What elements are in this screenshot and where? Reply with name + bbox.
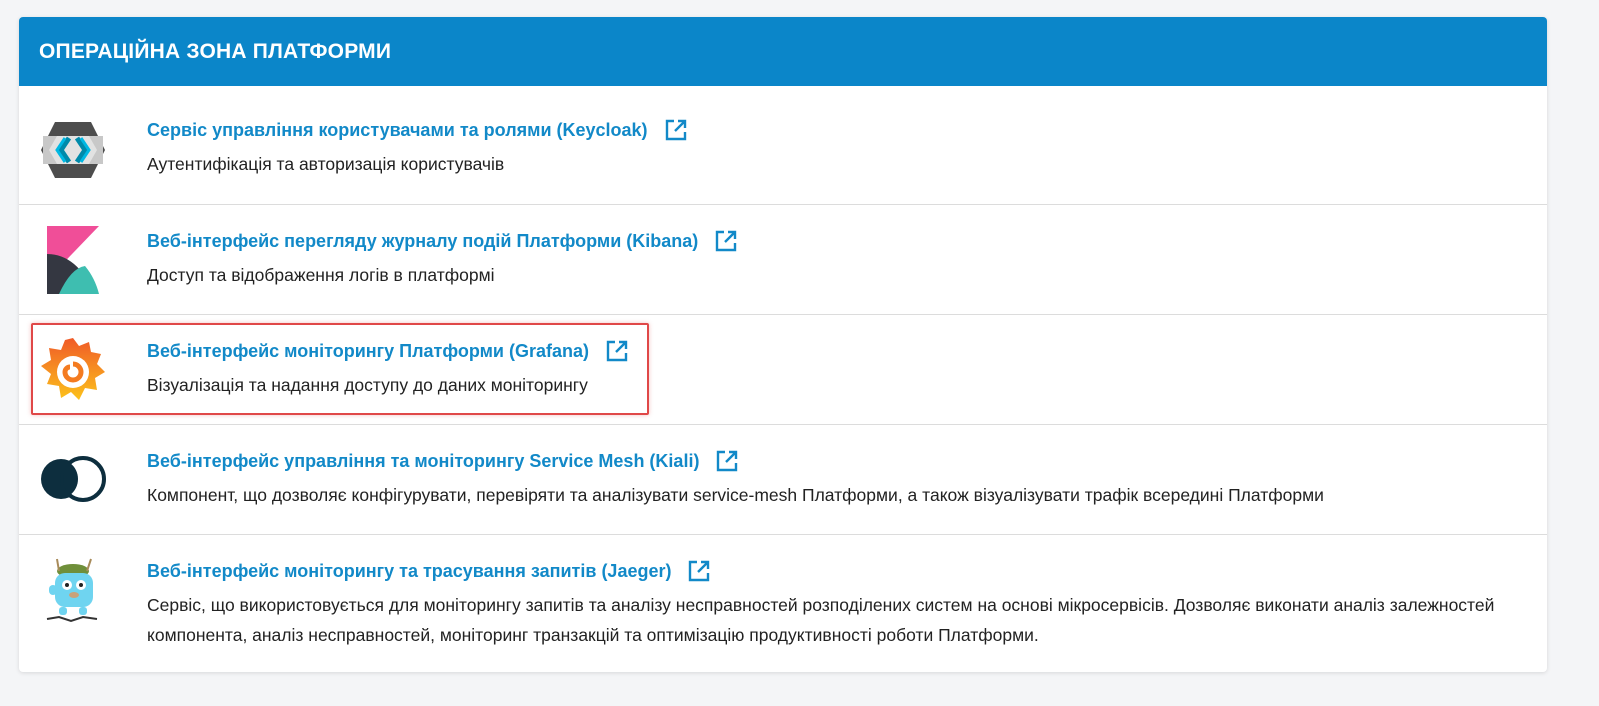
external-link-icon[interactable] [664,118,688,142]
service-item-kiali: Веб-інтерфейс управління та моніторингу … [19,424,1547,534]
grafana-description: Візуалізація та надання доступу до даних… [147,375,588,395]
service-item-kibana: Веб-інтерфейс перегляду журналу подій Пл… [19,204,1547,314]
external-link-icon[interactable] [605,339,629,363]
grafana-link[interactable]: Веб-інтерфейс моніторингу Платформи (Gra… [147,339,629,363]
jaeger-logo-icon [37,555,109,627]
keycloak-title: Сервіс управління користувачами та ролям… [147,119,648,140]
external-link-icon[interactable] [687,559,711,583]
keycloak-logo-icon [37,114,109,186]
jaeger-title: Веб-інтерфейс моніторингу та трасування … [147,560,672,581]
grafana-title: Веб-інтерфейс моніторингу Платформи (Gra… [147,340,590,361]
jaeger-description: Сервіс, що використовується для монітори… [147,595,1495,645]
jaeger-link[interactable]: Веб-інтерфейс моніторингу та трасування … [147,559,711,583]
service-item-grafana: Веб-інтерфейс моніторингу Платформи (Gra… [19,314,1547,424]
service-item-keycloak: Сервіс управління користувачами та ролям… [19,86,1547,195]
kibana-title: Веб-інтерфейс перегляду журналу подій Пл… [147,230,699,251]
section-title: ОПЕРАЦІЙНА ЗОНА ПЛАТФОРМИ [19,17,1547,86]
service-item-jaeger: Веб-інтерфейс моніторингу та трасування … [19,534,1547,672]
operational-zone-panel: ОПЕРАЦІЙНА ЗОНА ПЛАТФОРМИ Сервіс управлі… [19,17,1547,672]
external-link-icon[interactable] [715,449,739,473]
keycloak-link[interactable]: Сервіс управління користувачами та ролям… [147,118,688,142]
external-link-icon[interactable] [714,229,738,253]
kiali-link[interactable]: Веб-інтерфейс управління та моніторингу … [147,449,739,473]
kiali-logo-icon [37,443,109,515]
kibana-description: Доступ та відображення логів в платформі [147,265,495,285]
kiali-description: Компонент, що дозволяє конфігурувати, пе… [147,485,1324,505]
grafana-logo-icon [37,334,109,406]
kibana-link[interactable]: Веб-інтерфейс перегляду журналу подій Пл… [147,229,738,253]
keycloak-description: Аутентифікація та авторизація користувач… [147,154,505,174]
kiali-title: Веб-інтерфейс управління та моніторингу … [147,450,700,471]
kibana-logo-icon [37,224,109,296]
